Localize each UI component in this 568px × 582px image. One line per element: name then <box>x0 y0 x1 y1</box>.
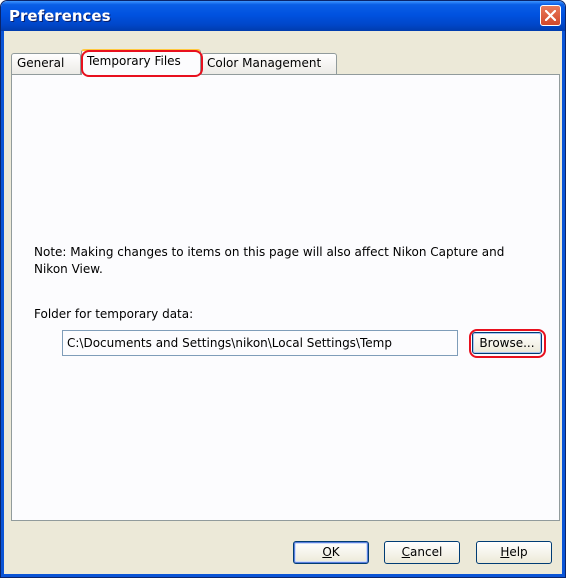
close-button[interactable] <box>540 5 561 26</box>
tab-general[interactable]: General <box>11 53 81 74</box>
preferences-dialog: Preferences General Temporary Files Colo… <box>0 0 566 578</box>
window-frame-left <box>1 31 4 577</box>
note-text: Note: Making changes to items on this pa… <box>34 245 505 276</box>
tab-color-management[interactable]: Color Management <box>201 53 337 74</box>
window-frame-right <box>562 31 565 577</box>
cancel-label-rest: ancel <box>410 545 443 559</box>
ok-mnemonic: O <box>322 545 332 559</box>
help-button[interactable]: Help <box>476 541 552 564</box>
tab-temporary-files[interactable]: Temporary Files <box>81 49 201 75</box>
cancel-button[interactable]: Cancel <box>384 541 460 564</box>
tab-panel-temporary-files: Note: Making changes to items on this pa… <box>11 74 560 521</box>
folder-path-field[interactable]: C:\Documents and Settings\nikon\Local Se… <box>62 330 458 356</box>
folder-label: Folder for temporary data: <box>34 307 194 321</box>
help-label-rest: elp <box>509 545 528 559</box>
browse-button[interactable]: Browse... <box>472 332 542 354</box>
close-icon <box>545 10 556 21</box>
window-title: Preferences <box>9 7 111 25</box>
window-frame-bottom <box>1 574 565 577</box>
ok-button[interactable]: OK <box>293 541 369 564</box>
cancel-mnemonic: C <box>401 545 411 559</box>
title-bar[interactable]: Preferences <box>1 1 565 31</box>
help-mnemonic: H <box>500 545 510 559</box>
ok-label-rest: K <box>331 545 340 559</box>
